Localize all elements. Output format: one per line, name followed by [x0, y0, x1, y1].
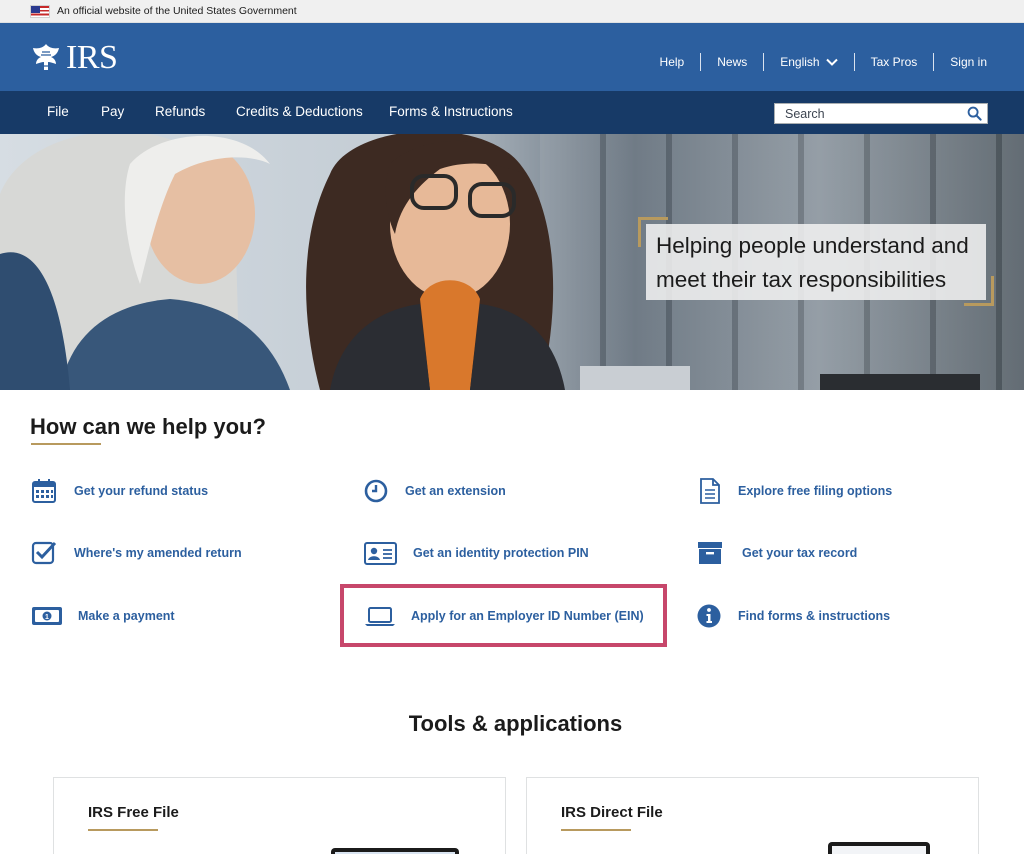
help-link-tax-record[interactable]: Get your tax record [697, 540, 857, 566]
help-link-label: Explore free filing options [738, 484, 893, 498]
tool-card-irs-direct-file[interactable]: IRS Direct File [526, 777, 979, 854]
money-bill-icon: 1 [32, 607, 62, 625]
us-flag-icon [30, 5, 50, 18]
utility-nav: Help News English Tax Pros Sign in [644, 53, 987, 71]
main-nav: File Pay Refunds Credits & Deductions Fo… [0, 91, 1024, 134]
search-box [774, 103, 988, 124]
help-link-label: Apply for an Employer ID Number (EIN) [411, 609, 644, 623]
caption-bracket-bottom-right [964, 276, 994, 306]
nav-item-pay[interactable]: Pay [101, 104, 124, 119]
nav-item-credits-deductions[interactable]: Credits & Deductions [236, 104, 363, 119]
tools-section-heading: Tools & applications [408, 711, 623, 736]
nav-item-refunds[interactable]: Refunds [155, 104, 205, 119]
help-link-label: Get your tax record [742, 546, 858, 560]
gov-banner: An official website of the United States… [0, 0, 1024, 23]
help-link[interactable]: Help [644, 53, 701, 71]
help-link-label: Where's my amended return [74, 546, 242, 560]
logo-text: IRS [66, 39, 118, 76]
help-link-label: Get your refund status [74, 484, 209, 498]
irs-eagle-logo-icon [33, 44, 59, 70]
nav-item-forms-instructions[interactable]: Forms & Instructions [389, 104, 513, 119]
irs-logo-link[interactable]: IRS [30, 39, 118, 76]
laptop-icon [365, 607, 395, 626]
document-icon [700, 478, 720, 504]
laptop-illustration-icon [331, 848, 459, 854]
card-underline [561, 829, 631, 831]
help-link-refund-status[interactable]: Get your refund status [31, 478, 208, 504]
site-header: IRS Help News English Tax Pros Sign in [0, 23, 1024, 91]
card-title: IRS Direct File [561, 804, 663, 821]
news-link[interactable]: News [700, 53, 763, 71]
gov-banner-text: An official website of the United States… [57, 5, 297, 17]
sign-in-link[interactable]: Sign in [933, 53, 987, 71]
help-link-label: Get an extension [405, 484, 506, 498]
archive-box-icon [698, 542, 722, 564]
hero-banner: Helping people understand and meet their… [0, 134, 1024, 390]
help-section-heading: How can we help you? [30, 414, 266, 439]
card-title: IRS Free File [88, 804, 179, 821]
chevron-down-icon [825, 58, 838, 66]
calendar-icon [32, 479, 56, 503]
help-link-find-forms[interactable]: Find forms & instructions [697, 603, 890, 629]
help-link-identity-pin[interactable]: Get an identity protection PIN [364, 540, 589, 566]
help-link-label: Find forms & instructions [738, 609, 891, 623]
tax-pros-link[interactable]: Tax Pros [853, 53, 934, 71]
checkbox-checked-icon [31, 541, 57, 565]
svg-text:1: 1 [45, 614, 49, 621]
help-link-extension[interactable]: Get an extension [364, 478, 506, 504]
card-underline [88, 829, 158, 831]
search-icon[interactable] [967, 106, 982, 121]
language-dropdown[interactable]: English [763, 53, 853, 71]
help-link-label: Get an identity protection PIN [413, 546, 589, 560]
help-link-amended-return[interactable]: Where's my amended return [31, 540, 242, 566]
clock-icon [364, 479, 388, 503]
help-link-make-payment[interactable]: 1 Make a payment [31, 603, 175, 629]
search-input[interactable] [775, 104, 963, 123]
info-icon [697, 604, 721, 628]
heading-underline [31, 443, 101, 445]
hero-caption: Helping people understand and meet their… [656, 233, 969, 292]
id-card-icon [364, 542, 397, 565]
help-link-free-filing[interactable]: Explore free filing options [697, 478, 892, 504]
tool-card-irs-free-file[interactable]: IRS Free File [53, 777, 506, 854]
nav-item-file[interactable]: File [47, 104, 69, 119]
tablet-illustration-icon [828, 842, 930, 854]
help-link-apply-ein[interactable]: Apply for an Employer ID Number (EIN) [364, 603, 644, 629]
help-link-label: Make a payment [78, 609, 175, 623]
